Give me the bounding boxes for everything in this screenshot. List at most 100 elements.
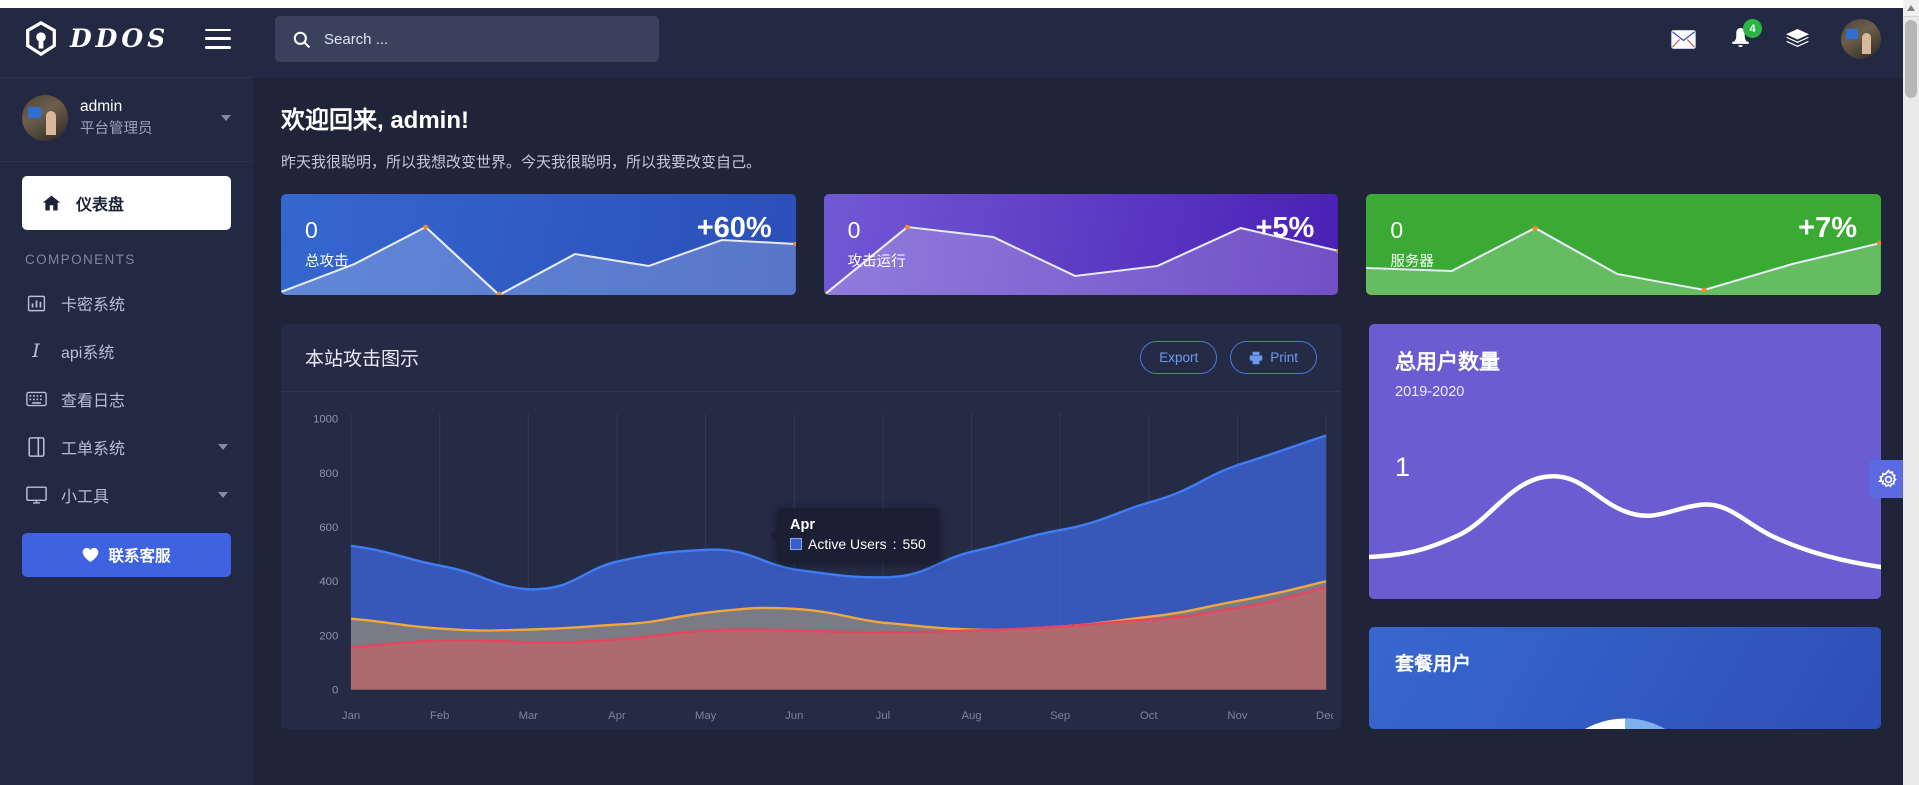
stat-card-servers[interactable]: 0 服务器 +7% <box>1366 194 1881 295</box>
stat-value: 0 <box>848 217 861 244</box>
book-icon <box>25 436 47 458</box>
search-icon <box>292 30 311 49</box>
sidebar-item-tickets[interactable]: 工单系统 <box>0 423 253 471</box>
total-users-title: 总用户数量 <box>1395 346 1500 376</box>
svg-text:Feb: Feb <box>430 710 450 722</box>
stat-label: 攻击运行 <box>848 250 906 271</box>
notification-badge: 4 <box>1743 19 1762 38</box>
svg-text:Nov: Nov <box>1227 710 1247 722</box>
bell-icon[interactable]: 4 <box>1727 26 1753 52</box>
tooltip-title: Apr <box>790 517 926 533</box>
svg-text:Jan: Jan <box>342 710 360 722</box>
topbar-icons: 4 <box>1670 19 1881 59</box>
stat-label: 总攻击 <box>305 250 349 271</box>
search-input[interactable]: Search ... <box>275 16 659 62</box>
tooltip-swatch <box>790 538 802 550</box>
stat-card-total-attacks[interactable]: 0 总攻击 +60% <box>281 194 796 295</box>
total-users-subtitle: 2019-2020 <box>1395 384 1464 400</box>
svg-text:Aug: Aug <box>961 710 981 722</box>
stat-cards-row: 0 总攻击 +60% 0 攻击运行 +5% <box>281 194 1881 295</box>
tooltip-row: Active Users: 550 <box>790 536 926 552</box>
attack-chart-card: 本站攻击图示 Export Print <box>281 324 1341 729</box>
svg-text:Oct: Oct <box>1140 710 1158 722</box>
print-button[interactable]: Print <box>1230 341 1317 374</box>
sidebar-item-kami[interactable]: 卡密系统 <box>0 279 253 327</box>
chart-actions: Export Print <box>1140 341 1317 374</box>
topbar: Search ... 4 <box>253 0 1919 78</box>
stat-percent: +60% <box>697 212 772 245</box>
sidebar-item-api[interactable]: I api系统 <box>0 327 253 375</box>
sidebar-item-label: 小工具 <box>61 483 109 507</box>
content-scroll-area: 欢迎回来, admin! 昨天我很聪明，所以我想改变世界。今天我很聪明，所以我要… <box>253 78 1919 785</box>
envelope-icon[interactable] <box>1670 26 1696 52</box>
dashboard-page: DDOS admin 平台管理员 仪表盘 COMPONE <box>0 0 1919 785</box>
sidebar-item-label: 仪表盘 <box>76 191 124 215</box>
svg-text:1000: 1000 <box>313 414 338 426</box>
svg-text:200: 200 <box>319 630 338 642</box>
contact-support-button[interactable]: 联系客服 <box>22 533 231 577</box>
avatar[interactable] <box>1841 19 1881 59</box>
sidebar-item-tools[interactable]: 小工具 <box>0 471 253 519</box>
heart-icon <box>82 547 99 563</box>
chevron-down-icon[interactable] <box>221 115 231 121</box>
italic-i-icon: I <box>25 340 47 362</box>
vertical-scrollbar[interactable] <box>1903 0 1919 785</box>
sidebar-item-label: 卡密系统 <box>61 291 125 315</box>
scroll-up-arrow[interactable] <box>1903 0 1919 17</box>
avatar <box>22 95 68 141</box>
tooltip-series-label: Active Users <box>808 536 887 552</box>
keyboard-icon <box>25 388 47 410</box>
chevron-down-icon[interactable] <box>218 444 228 450</box>
svg-text:800: 800 <box>319 468 338 480</box>
svg-text:0: 0 <box>332 685 338 697</box>
stat-card-running-attacks[interactable]: 0 攻击运行 +5% <box>824 194 1339 295</box>
brand-name: DDOS <box>70 24 169 53</box>
hamburger-menu-icon[interactable] <box>205 29 231 49</box>
browser-top-strip <box>0 0 1903 8</box>
total-users-card[interactable]: 总用户数量 2019-2020 1 <box>1369 324 1881 599</box>
stat-percent: +5% <box>1255 212 1314 245</box>
right-column: 总用户数量 2019-2020 1 套餐用户 <box>1369 324 1881 729</box>
stat-percent: +7% <box>1798 212 1857 245</box>
welcome-subtext: 昨天我很聪明，所以我想改变世界。今天我很聪明，所以我要改变自己。 <box>281 151 1881 172</box>
layers-icon[interactable] <box>1784 26 1810 52</box>
svg-text:Dec: Dec <box>1316 710 1333 722</box>
svg-text:Mar: Mar <box>519 710 539 722</box>
chevron-down-icon[interactable] <box>218 492 228 498</box>
profile-role: 平台管理员 <box>80 119 153 140</box>
plan-users-card[interactable]: 套餐用户 <box>1369 627 1881 729</box>
home-icon <box>40 192 62 214</box>
sidebar-item-logs[interactable]: 查看日志 <box>0 375 253 423</box>
chart-plot-area[interactable]: 1000 800 600 400 200 0 <box>281 392 1341 729</box>
tooltip-value: 550 <box>902 536 925 552</box>
profile-block[interactable]: admin 平台管理员 <box>0 78 253 162</box>
profile-name: admin <box>80 96 153 118</box>
bar-chart-icon <box>25 292 47 314</box>
export-label: Export <box>1159 350 1198 365</box>
sidebar-item-label: 工单系统 <box>61 435 125 459</box>
chart-title: 本站攻击图示 <box>305 344 419 371</box>
stat-value: 0 <box>1390 217 1403 244</box>
svg-text:Jun: Jun <box>785 710 803 722</box>
plan-donut-chart <box>1530 705 1720 729</box>
export-button[interactable]: Export <box>1140 341 1217 374</box>
stat-label: 服务器 <box>1390 250 1434 271</box>
sidebar-item-dashboard[interactable]: 仪表盘 <box>22 176 231 230</box>
printer-icon <box>1249 351 1263 365</box>
main-area: Search ... 4 <box>253 0 1919 785</box>
desktop-icon <box>25 484 47 506</box>
svg-text:Apr: Apr <box>608 710 626 722</box>
page-title: 欢迎回来, admin! <box>281 100 1881 135</box>
stat-value: 0 <box>305 217 318 244</box>
profile-text: admin 平台管理员 <box>80 96 153 139</box>
stacked-area-chart: 1000 800 600 400 200 0 <box>289 404 1333 729</box>
svg-text:May: May <box>695 710 717 722</box>
print-label: Print <box>1270 350 1298 365</box>
contact-support-label: 联系客服 <box>108 544 170 566</box>
svg-text:Jul: Jul <box>876 710 890 722</box>
svg-text:400: 400 <box>319 576 338 588</box>
scrollbar-thumb[interactable] <box>1905 20 1917 98</box>
settings-tab-button[interactable] <box>1869 460 1907 498</box>
chart-tooltip: Apr Active Users: 550 <box>777 508 939 562</box>
sidebar-section-label: COMPONENTS <box>0 246 253 279</box>
